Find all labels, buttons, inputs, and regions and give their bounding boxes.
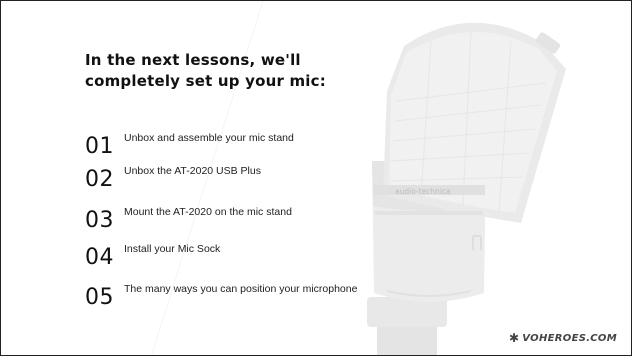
lesson-number: 04	[85, 245, 114, 270]
lesson-slide: audio-technica In the next lessons, we'l…	[0, 0, 632, 356]
brand-name: VOHEROES.COM	[522, 332, 617, 344]
lesson-number: 01	[85, 134, 114, 159]
lesson-title: The many ways you can position your micr…	[124, 283, 358, 295]
lesson-title: Install your Mic Sock	[124, 243, 221, 255]
lesson-title: Unbox and assemble your mic stand	[124, 132, 294, 144]
lesson-number: 02	[85, 167, 114, 192]
lesson-title: Unbox the AT-2020 USB Plus	[124, 165, 261, 177]
brand-logo: ✱ VOHEROES.COM	[509, 331, 617, 345]
lesson-list: 01 Unbox and assemble your mic stand 02 …	[1, 1, 631, 355]
star-icon: ✱	[508, 331, 520, 345]
lesson-number: 05	[85, 285, 114, 310]
lesson-title: Mount the AT-2020 on the mic stand	[124, 206, 292, 218]
lesson-number: 03	[85, 208, 114, 233]
